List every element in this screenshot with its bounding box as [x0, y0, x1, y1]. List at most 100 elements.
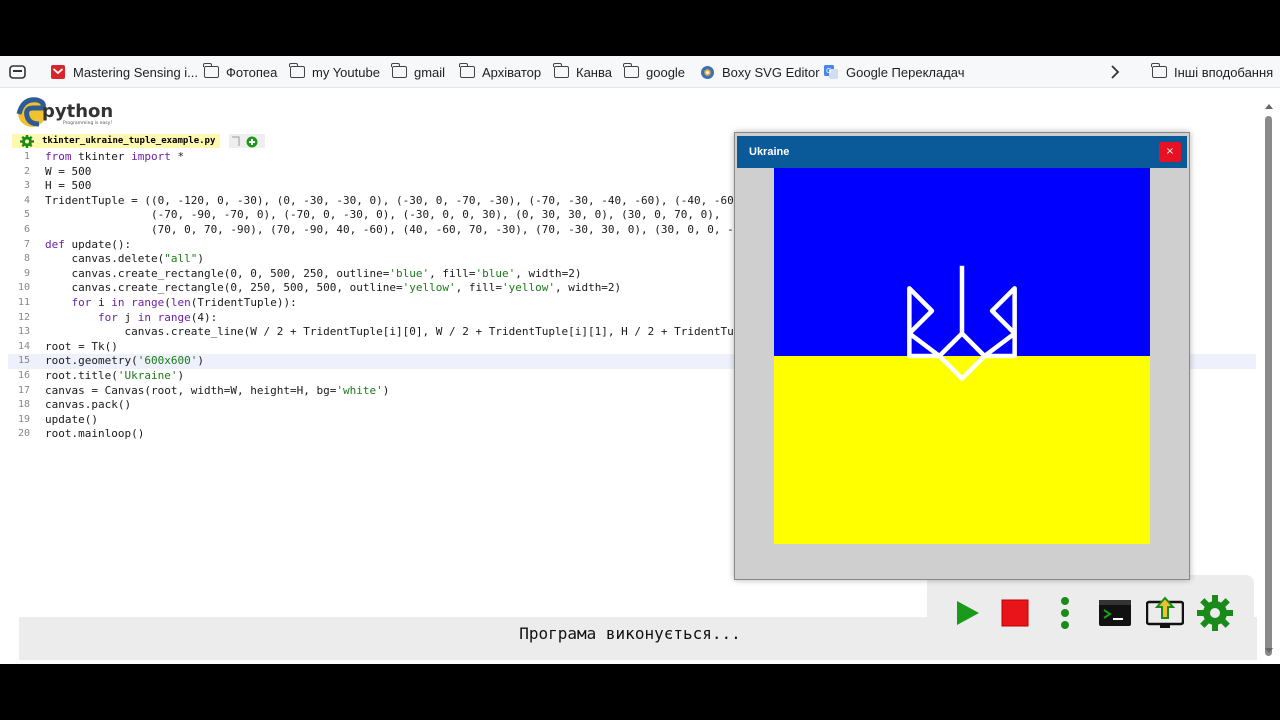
gmail-icon: [51, 65, 65, 79]
tk-canvas[interactable]: [774, 168, 1150, 544]
line-number: 13: [17, 326, 30, 338]
bookmark-mastering-sensing[interactable]: Mastering Sensing i...: [50, 56, 198, 88]
gear-icon: [1197, 595, 1233, 631]
add-file-icon: [232, 136, 258, 148]
bookmark-label: gmail: [414, 64, 446, 80]
code-text: canvas.create_line(W / 2 + TridentTuple[…: [45, 325, 741, 339]
bookmark-google-translate[interactable]: G Google Перекладач: [823, 56, 965, 88]
line-number: 14: [17, 340, 30, 352]
bookmark-label: Boxy SVG Editor: [722, 64, 820, 80]
bookmark-label: Фотопеа: [226, 64, 278, 80]
code-text: (-70, -90, -70, 0), (-70, 0, -30, 0), (-…: [45, 208, 721, 222]
boxy-svg-icon: [701, 65, 714, 79]
line-number: 20: [17, 428, 30, 440]
line-number: 4: [23, 194, 30, 206]
bookmark-other-folder[interactable]: Інші вподобання: [1151, 56, 1273, 88]
bookmark-kanva[interactable]: Канва: [553, 56, 612, 88]
scroll-up-arrow-icon[interactable]: [1265, 104, 1273, 109]
bookmark-label: my Youtube: [312, 64, 380, 80]
bookmarks-overflow-button[interactable]: [1110, 56, 1120, 88]
folder-icon: [553, 63, 569, 78]
more-options-button[interactable]: [1045, 593, 1085, 633]
code-text: root.title('Ukraine'): [45, 368, 185, 382]
upload-icon: [1146, 596, 1184, 628]
line-number: 15: [17, 355, 30, 367]
run-toolbar: [927, 575, 1254, 652]
bookmark-gmail[interactable]: gmail: [391, 56, 446, 88]
upload-button[interactable]: [1145, 593, 1185, 633]
code-text: canvas.pack(): [45, 398, 132, 412]
folder-icon: [203, 63, 219, 78]
code-text: TridentTuple = ((0, -120, 0, -30), (0, -…: [45, 193, 734, 207]
line-number: 7: [23, 238, 30, 250]
folder-icon: [1151, 63, 1167, 78]
folder-icon: [391, 63, 407, 78]
flag-yellow-stripe: [774, 356, 1150, 544]
terminal-button[interactable]: [1095, 593, 1135, 633]
bookmark-google[interactable]: google: [623, 56, 686, 88]
terminal-icon: [1099, 600, 1131, 626]
code-text: root = Tk(): [45, 339, 118, 353]
bookmark-label: Mastering Sensing i...: [73, 64, 199, 80]
line-number: 10: [17, 282, 30, 294]
tk-window-title: Ukraine: [749, 146, 790, 158]
tk-window[interactable]: Ukraine ×: [734, 132, 1190, 580]
bookmark-label: Google Перекладач: [846, 64, 965, 80]
logo-text: python: [42, 101, 113, 122]
folder-icon: [623, 63, 639, 78]
tk-titlebar[interactable]: Ukraine ×: [737, 136, 1187, 168]
line-number: 5: [23, 209, 30, 221]
apps-grid-icon[interactable]: [9, 56, 26, 88]
chevron-right-icon: [1111, 65, 1120, 79]
line-number: 6: [23, 223, 30, 235]
code-text: W = 500: [45, 164, 92, 178]
svg-text:G: G: [826, 67, 831, 75]
bookmark-my-youtube[interactable]: my Youtube: [289, 56, 380, 88]
line-number: 17: [17, 384, 30, 396]
spython-logo: python Programming is easy!: [15, 94, 115, 130]
logo-tagline: Programming is easy!: [63, 120, 112, 126]
bookmark-arkhivator[interactable]: Архіватор: [459, 56, 542, 88]
code-text: canvas = Canvas(root, width=W, height=H,…: [45, 383, 390, 397]
bookmark-label: google: [646, 64, 686, 80]
settings-button[interactable]: [1195, 593, 1235, 633]
code-text: canvas.create_rectangle(0, 250, 500, 500…: [45, 281, 622, 295]
google-translate-icon: G: [824, 65, 838, 79]
scrollbar[interactable]: [1263, 86, 1275, 664]
line-number: 19: [17, 413, 30, 425]
bookmark-boxy-svg[interactable]: Boxy SVG Editor: [700, 56, 820, 88]
folder-icon: [289, 63, 305, 78]
run-button[interactable]: [947, 593, 987, 633]
bookmark-label: Канва: [576, 64, 612, 80]
line-number: 12: [17, 311, 30, 323]
bookmark-label: Архіватор: [482, 64, 542, 80]
code-text: (70, 0, 70, -90), (70, -90, 40, -60), (4…: [45, 222, 734, 236]
code-text: update(): [45, 412, 98, 426]
scroll-thumb[interactable]: [1265, 116, 1272, 656]
tk-close-button[interactable]: ×: [1159, 142, 1181, 162]
line-number: 2: [23, 165, 30, 177]
stop-button[interactable]: [995, 593, 1035, 633]
code-text: root.geometry('600x600'): [45, 354, 204, 368]
run-icon: [957, 601, 979, 625]
close-icon: ×: [1165, 146, 1175, 157]
bookmarks-bar: Mastering Sensing i... Фотопеа my Youtub…: [0, 56, 1280, 88]
code-text: root.mainloop(): [45, 427, 145, 441]
file-tab-label: tkinter_ukraine_tuple_example.py: [42, 136, 216, 146]
folder-icon: [459, 63, 475, 78]
stop-icon: [1001, 599, 1029, 627]
line-number: 16: [17, 369, 30, 381]
code-text: def update():: [45, 237, 132, 251]
scroll-down-arrow-icon[interactable]: [1265, 648, 1273, 653]
code-text: H = 500: [45, 179, 92, 193]
line-number: 1: [23, 151, 30, 162]
more-vertical-icon: [1061, 597, 1069, 629]
file-tab-active[interactable]: tkinter_ukraine_tuple_example.py: [12, 134, 221, 148]
line-number: 11: [17, 296, 30, 308]
new-file-tab[interactable]: [229, 134, 266, 148]
bookmark-fotopea[interactable]: Фотопеа: [203, 56, 278, 88]
line-number: 18: [17, 399, 30, 411]
line-number: 9: [23, 267, 30, 279]
browser-page: Mastering Sensing i... Фотопеа my Youtub…: [0, 56, 1280, 664]
code-text: for j in range(4):: [97, 310, 218, 324]
